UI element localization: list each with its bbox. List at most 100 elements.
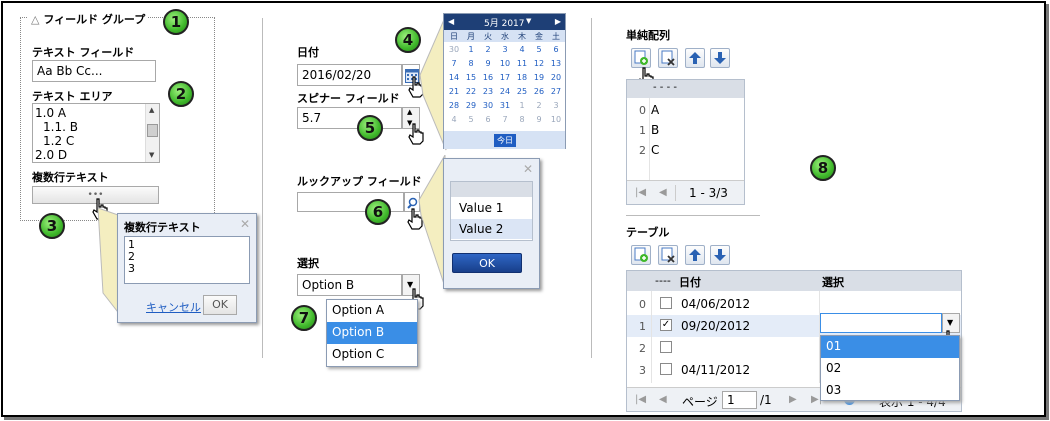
cell-select-option-selected[interactable]: 01 [821,336,959,358]
calendar-day[interactable]: 18 [514,73,530,82]
calendar-day[interactable]: 25 [514,87,530,96]
calendar-day[interactable]: 3 [548,101,564,110]
next-page-icon[interactable]: ▶ [789,394,797,405]
calendar-day[interactable]: 11 [514,59,530,68]
calendar-day[interactable]: 28 [446,101,462,110]
prev-page-icon[interactable]: ◀ [659,187,667,198]
table-row[interactable]: 0 04/06/2012 [627,293,961,315]
table-row[interactable]: 1 B [627,120,744,142]
add-row-button[interactable] [631,48,651,68]
calendar-day[interactable]: 2 [480,45,496,54]
calendar-day[interactable]: 22 [463,87,479,96]
month-dropdown-icon[interactable]: ▼ [526,17,531,25]
calendar-day[interactable]: 23 [480,87,496,96]
calendar-day[interactable]: 29 [463,101,479,110]
calendar-day[interactable]: 7 [497,115,513,124]
calendar-day[interactable]: 8 [514,115,530,124]
scroll-thumb[interactable] [147,124,158,137]
move-up-button[interactable] [685,245,705,265]
calendar-day[interactable]: 10 [497,59,513,68]
calendar-day[interactable]: 27 [548,87,564,96]
cell-select-option[interactable]: 02 [821,358,959,380]
field-group-title: フィールド グループ [43,13,146,26]
prev-month-icon[interactable]: ◀ [448,17,454,26]
close-icon[interactable]: ✕ [240,217,250,231]
col-header-select[interactable]: 選択 [822,274,844,290]
lookup-option[interactable]: Value 1 [459,201,503,215]
date-input[interactable]: 2016/02/20 [297,64,402,86]
row-checkbox[interactable] [660,341,672,353]
calendar-day[interactable]: 5 [463,115,479,124]
close-icon[interactable]: ✕ [523,162,533,176]
lookup-ok-button[interactable]: OK [452,253,522,273]
scroll-down-arrow-icon[interactable]: ▼ [149,151,154,159]
calendar-day[interactable]: 19 [531,73,547,82]
col-header-date[interactable]: 日付 [679,274,701,290]
calendar-day[interactable]: 4 [446,115,462,124]
cancel-link[interactable]: キャンセル [146,299,201,315]
select-option[interactable]: Option C [327,344,417,366]
calendar-day[interactable]: 12 [531,59,547,68]
scroll-up-arrow-icon[interactable]: ▲ [149,106,154,114]
row-checkbox-checked[interactable]: ✓ [660,319,672,331]
move-up-button[interactable] [685,48,705,68]
select-option[interactable]: Option A [327,300,417,322]
table-row[interactable]: 0 A [627,100,744,122]
calendar-day[interactable]: 3 [497,45,513,54]
month-label[interactable]: 5月 2017 [484,16,525,29]
text-field-input[interactable]: Aa Bb Cc... [32,60,156,82]
select-option-selected[interactable]: Option B [327,322,417,344]
calendar-day[interactable]: 20 [548,73,564,82]
text-area[interactable]: 1.0 A 1.1. B 1.2 C 2.0 D ▲ ▼ [32,103,160,163]
calendar-day[interactable]: 26 [531,87,547,96]
table-row[interactable]: 2 C [627,140,744,162]
spinner-up-icon[interactable]: ▲ [407,108,412,116]
calendar-day[interactable]: 6 [480,115,496,124]
row-value: B [651,123,660,137]
calendar-day[interactable]: 31 [497,101,513,110]
first-page-icon[interactable]: |◀ [635,187,646,198]
spinner-input[interactable]: 5.7 [297,107,402,129]
calendar-day[interactable]: 13 [548,59,564,68]
calendar-day[interactable]: 30 [446,45,462,54]
calendar-day[interactable]: 24 [497,87,513,96]
text-area-scrollbar[interactable]: ▲ ▼ [145,104,159,162]
pager-page-input[interactable]: 1 [722,391,757,409]
move-down-button[interactable] [710,245,730,265]
move-down-button[interactable] [710,48,730,68]
calendar-day[interactable]: 10 [548,115,564,124]
calendar-day[interactable]: 21 [446,87,462,96]
calendar-day[interactable]: 14 [446,73,462,82]
cell-select-input[interactable] [820,313,942,333]
add-row-button[interactable] [631,245,651,265]
multiline-popup-textarea[interactable]: 1 2 3 [124,236,250,284]
calendar-day[interactable]: 15 [463,73,479,82]
field-group-header[interactable]: △ フィールド グループ [28,11,149,27]
calendar-day[interactable]: 9 [480,59,496,68]
calendar-day[interactable]: 1 [514,101,530,110]
today-button[interactable]: 今日 [494,134,516,147]
calendar-day[interactable]: 7 [446,59,462,68]
lookup-option[interactable]: Value 2 [459,222,503,236]
prev-page-icon[interactable]: ◀ [659,394,667,405]
first-page-icon[interactable]: |◀ [635,394,646,405]
delete-row-button[interactable] [658,245,678,265]
row-checkbox[interactable] [660,363,672,375]
calendar-day[interactable]: 1 [463,45,479,54]
calendar-day[interactable]: 16 [480,73,496,82]
delete-row-button[interactable] [658,48,678,68]
next-month-icon[interactable]: ▶ [555,17,561,26]
ok-button[interactable]: OK [203,295,237,315]
calendar-day[interactable]: 2 [531,101,547,110]
select-input[interactable]: Option B [297,274,402,296]
calendar-day[interactable]: 4 [514,45,530,54]
calendar-day[interactable]: 17 [497,73,513,82]
calendar-day[interactable]: 6 [548,45,564,54]
cell-select-option[interactable]: 03 [821,380,959,402]
calendar-day[interactable]: 8 [463,59,479,68]
calendar-day[interactable]: 9 [531,115,547,124]
calendar-day[interactable]: 30 [480,101,496,110]
calendar-day[interactable]: 5 [531,45,547,54]
collapse-triangle-icon[interactable]: △ [31,13,39,26]
row-checkbox[interactable] [660,297,672,309]
